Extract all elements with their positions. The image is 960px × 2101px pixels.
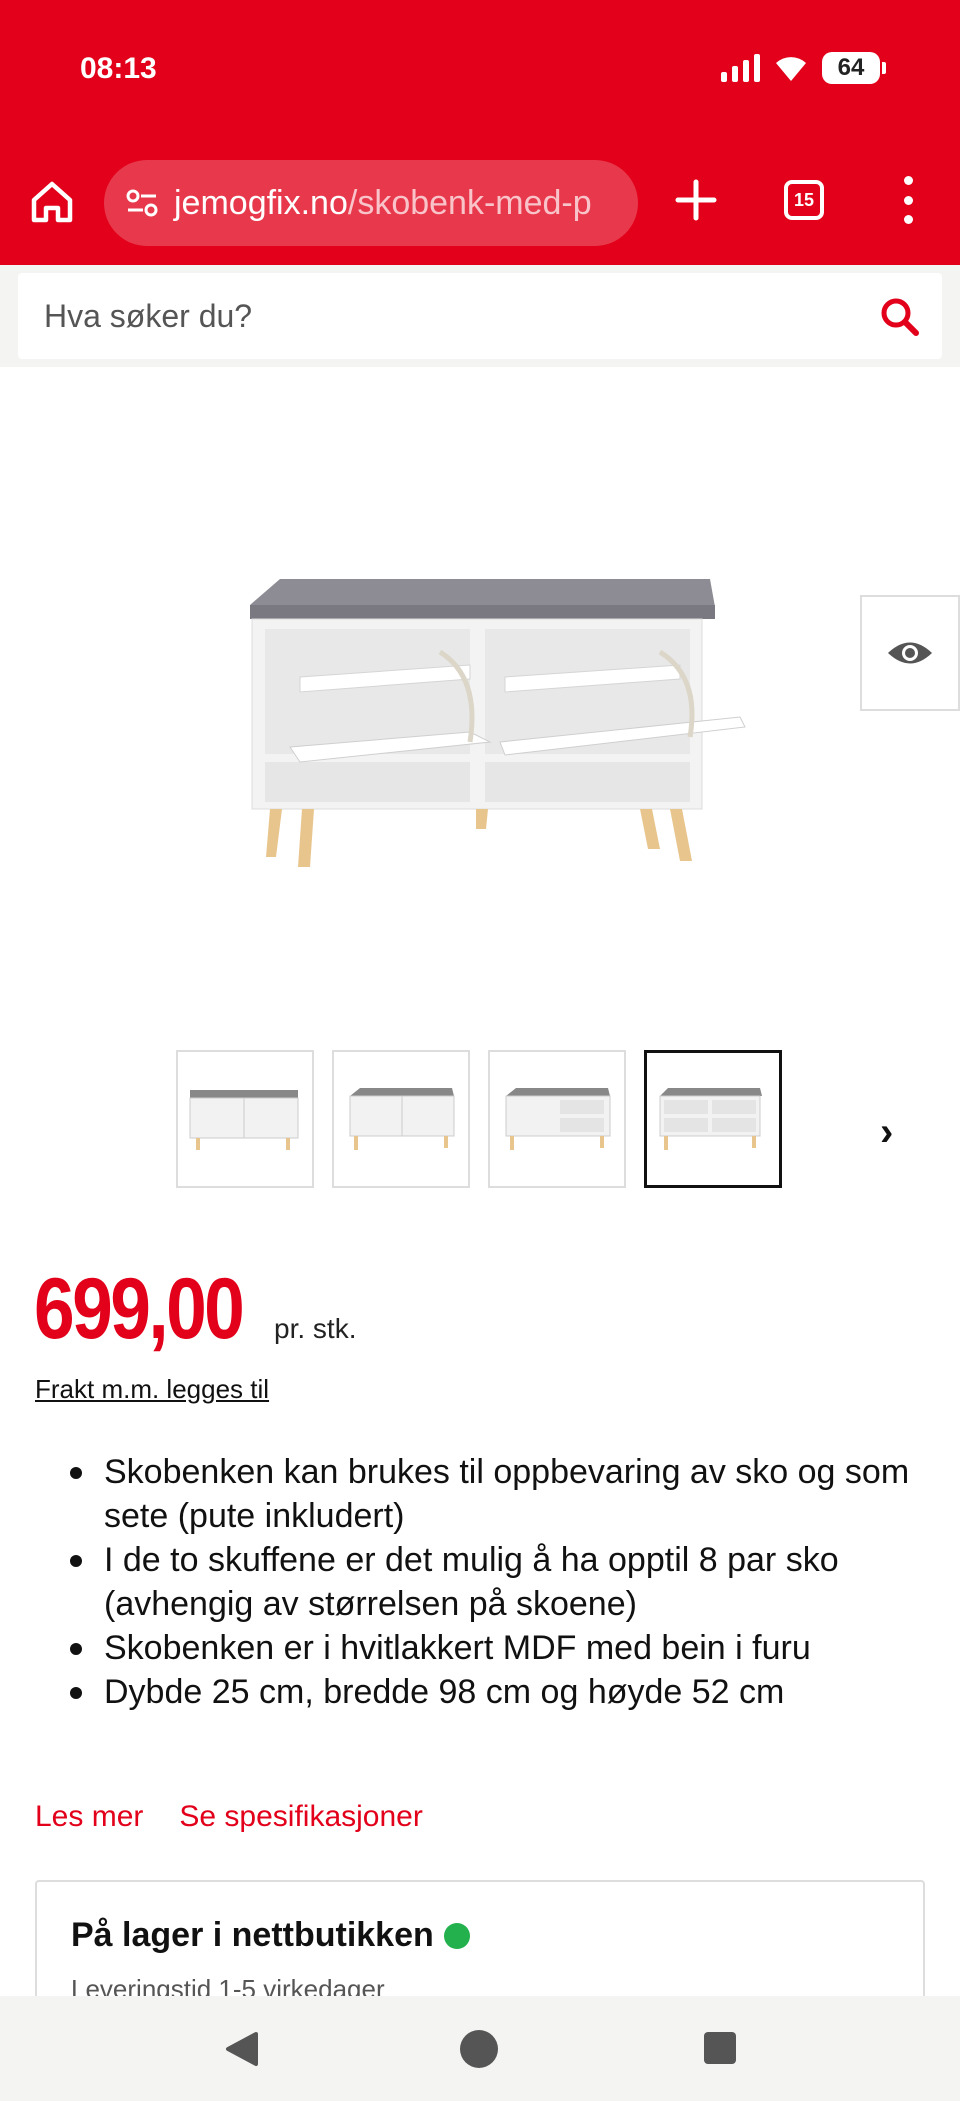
- wifi-icon: [776, 57, 806, 81]
- eye-icon: [888, 642, 932, 664]
- thumbnail-image: [505, 1088, 611, 1150]
- in-stock-dot-icon: [443, 1922, 470, 1949]
- battery-level: 64: [837, 54, 865, 81]
- shipping-link[interactable]: Frakt m.m. legges til: [35, 1374, 269, 1405]
- thumbnail-image: [659, 1088, 762, 1150]
- browser-toolbar: jemogfix.no/skobenk-med-p 15: [0, 158, 960, 246]
- url-domain: jemogfix.no: [174, 183, 348, 222]
- url-bar[interactable]: jemogfix.no/skobenk-med-p: [104, 160, 638, 246]
- stock-title-text: På lager i nettbutikken: [71, 1916, 434, 1954]
- tab-switcher-button[interactable]: 15: [784, 180, 824, 220]
- battery-icon: 64: [822, 52, 886, 84]
- chevron-right-icon[interactable]: ›: [880, 1110, 893, 1155]
- url-path: /skobenk-med-p: [347, 183, 592, 222]
- stock-title: På lager i nettbutikken: [71, 1916, 470, 1955]
- zoom-button[interactable]: [860, 595, 960, 711]
- new-tab-icon[interactable]: [672, 176, 720, 224]
- search-input[interactable]: Hva søker du?: [18, 273, 942, 359]
- search-icon[interactable]: [878, 295, 920, 337]
- thumbnail-1[interactable]: [176, 1050, 314, 1188]
- product-links: Les mer Se spesifikasjoner: [35, 1800, 423, 1834]
- recents-icon[interactable]: [704, 2032, 736, 2064]
- status-time: 08:13: [80, 52, 157, 85]
- product-bullets: Skobenken kan brukes til oppbevaring av …: [70, 1450, 920, 1714]
- more-vert-icon[interactable]: [896, 176, 920, 224]
- tab-count: 15: [793, 189, 815, 210]
- signal-icon: [721, 54, 760, 82]
- thumbnail-image: [189, 1090, 299, 1150]
- home-icon[interactable]: [28, 178, 76, 226]
- thumbnail-4[interactable]: [644, 1050, 782, 1188]
- product-image: [250, 579, 746, 867]
- bullet-item: Skobenken kan brukes til oppbevaring av …: [70, 1450, 920, 1538]
- search-placeholder: Hva søker du?: [44, 297, 253, 334]
- price: 699,00: [34, 1261, 245, 1357]
- bullet-item: Skobenken er i hvitlakkert MDF med bein …: [70, 1626, 920, 1670]
- read-more-link[interactable]: Les mer: [35, 1800, 143, 1834]
- site-settings-icon[interactable]: [124, 185, 160, 221]
- product-image-gallery[interactable]: [0, 367, 960, 1027]
- bullet-item: Dybde 25 cm, bredde 98 cm og høyde 52 cm: [70, 1670, 920, 1714]
- price-unit: pr. stk.: [274, 1313, 357, 1344]
- price-row: 699,00 pr. stk.: [34, 1260, 356, 1359]
- browser-chrome: 08:13 64 jemogfix.no/skobenk-med-p 15: [0, 0, 960, 265]
- thumbnail-image: [349, 1088, 455, 1150]
- bullet-item: I de to skuffene er det mulig å ha oppti…: [70, 1538, 920, 1626]
- search-bar-container: Hva søker du?: [0, 265, 960, 367]
- status-icons: 64: [721, 52, 886, 84]
- thumbnail-strip: [176, 1050, 782, 1188]
- see-specs-link[interactable]: Se spesifikasjoner: [179, 1800, 422, 1834]
- home-nav-icon[interactable]: [460, 2030, 498, 2068]
- system-nav-bar: [0, 1996, 960, 2101]
- thumbnail-3[interactable]: [488, 1050, 626, 1188]
- thumbnail-2[interactable]: [332, 1050, 470, 1188]
- back-icon[interactable]: [224, 2030, 260, 2068]
